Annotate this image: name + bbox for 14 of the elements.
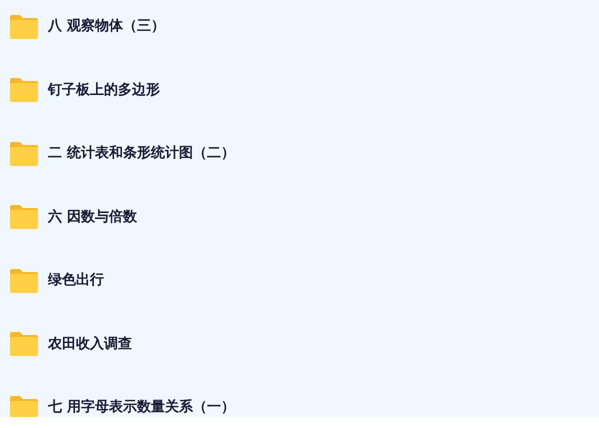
- folder-icon: [9, 268, 39, 294]
- folder-name[interactable]: 六 因数与倍数: [48, 210, 137, 225]
- folder-icon: [9, 394, 39, 417]
- folder-icon: [9, 14, 39, 40]
- folder-name[interactable]: 七 用字母表示数量关系（一）: [48, 400, 235, 416]
- folder-icon: [9, 331, 39, 358]
- folder-name[interactable]: 八 观察物体（三）: [48, 19, 165, 34]
- folder-icon: [9, 140, 39, 167]
- folder-name[interactable]: 绿色出行: [48, 273, 104, 288]
- folder-icon: [9, 77, 39, 104]
- folder-icon: [9, 204, 39, 230]
- folder-name[interactable]: 农田收入调查: [48, 336, 132, 352]
- folder-name[interactable]: 钉子板上的多边形: [48, 82, 160, 98]
- folder-name[interactable]: 二 统计表和条形统计图（二）: [48, 146, 235, 162]
